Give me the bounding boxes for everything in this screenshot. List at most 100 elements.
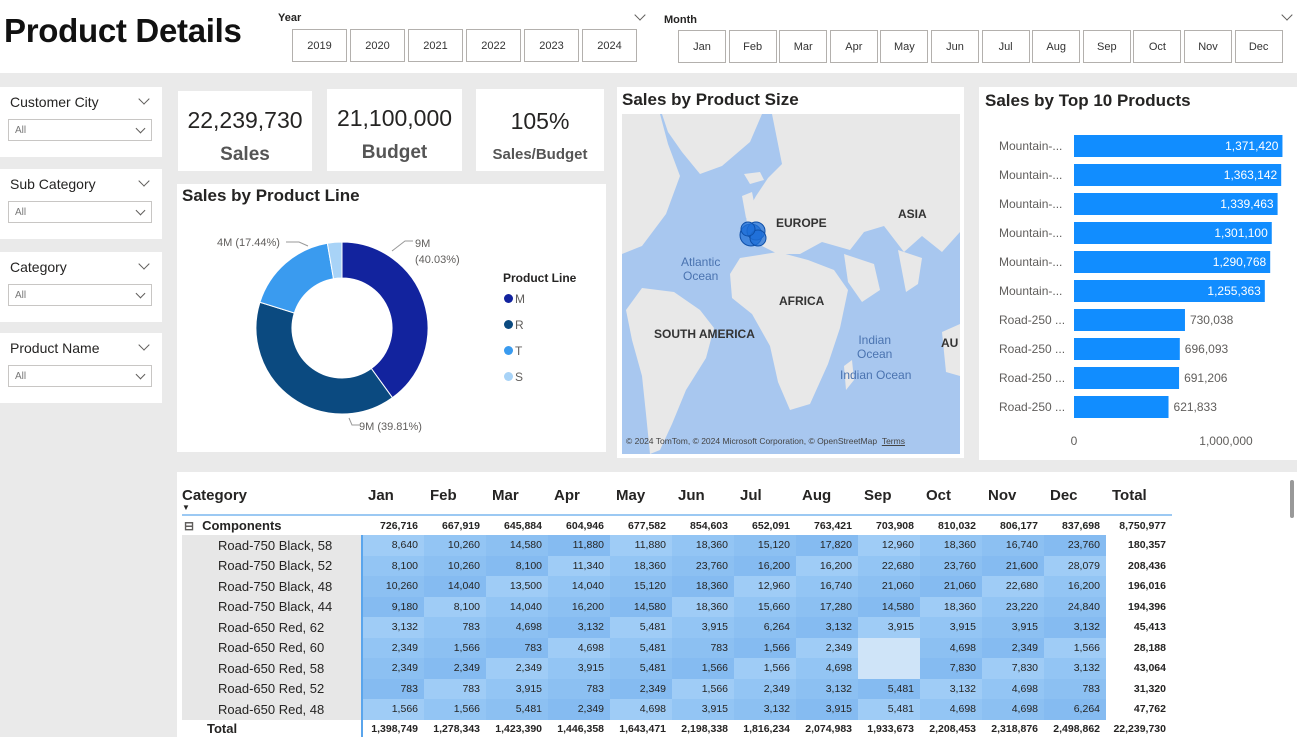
matrix-col-header-jun[interactable]: Jun [672,476,734,515]
matrix-cell [858,637,920,658]
year-tile-2024[interactable]: 2024 [582,29,637,62]
matrix-col-header-dec[interactable]: Dec [1044,476,1106,515]
sub-category-collapse-chevron-icon[interactable] [138,175,150,187]
product-name-dropdown[interactable]: All [8,365,152,387]
matrix-cell: 14,580 [610,596,672,617]
matrix-cell: 15,120 [610,576,672,597]
product-name-collapse-chevron-icon[interactable] [138,339,150,351]
month-tile-mar[interactable]: Mar [779,30,828,63]
bar-9[interactable] [1074,367,1180,389]
legend-item-t[interactable]: T [504,344,525,370]
month-tile-nov[interactable]: Nov [1184,30,1232,63]
matrix-total-cell: 1,278,343 [433,722,480,735]
page-title: Product Details [4,12,242,49]
matrix-cell: 1,566 [1044,637,1106,658]
year-tile-2022[interactable]: 2022 [466,29,521,62]
matrix-total-cell: 1,643,471 [619,722,666,735]
matrix-col-header-feb[interactable]: Feb [424,476,486,515]
sub-category-dropdown[interactable]: All [8,201,152,223]
month-tile-aug[interactable]: Aug [1032,30,1081,63]
matrix-col-header-mar[interactable]: Mar [486,476,548,515]
year-tile-2019[interactable]: 2019 [292,29,347,62]
category-label: Category [10,259,67,275]
year-tile-2023[interactable]: 2023 [524,29,579,62]
category-slicer: Category All [0,252,162,322]
matrix-cell: 14,580 [858,596,920,617]
matrix-cell: 180,357 [1106,535,1172,556]
month-slicer-title: Month [664,14,697,26]
legend-item-s[interactable]: S [504,370,525,396]
matrix-col-header-may[interactable]: May [610,476,672,515]
matrix-cell: 14,040 [486,596,548,617]
matrix-cell: 28,188 [1106,637,1172,658]
product-name-slicer: Product Name All [0,333,162,403]
month-tile-sep[interactable]: Sep [1082,30,1131,63]
year-slicer-chevron-icon[interactable] [634,9,646,21]
matrix-cell: 3,132 [796,678,858,699]
sort-desc-icon: ▼ [182,503,190,512]
map-terms-link[interactable]: Terms [882,436,905,446]
month-tile-apr[interactable]: Apr [829,30,878,63]
map-canvas[interactable] [622,114,960,454]
matrix-cell: 1,566 [734,658,796,679]
matrix-cell: 4,698 [796,658,858,679]
legend-item-m[interactable]: M [504,292,525,318]
matrix-cell: 1,566 [672,658,734,679]
month-slicer-chevron-icon[interactable] [1281,9,1293,21]
matrix-col-header-nov[interactable]: Nov [982,476,1044,515]
month-tile-feb[interactable]: Feb [728,30,777,63]
map-bubbles[interactable] [739,221,767,247]
matrix-col-header-sep[interactable]: Sep [858,476,920,515]
kpi-ratio-value: 105% [510,108,570,134]
matrix-group-cell: 703,908 [876,519,914,532]
month-tile-oct[interactable]: Oct [1133,30,1182,63]
matrix-group-cell: 652,091 [752,519,790,532]
bar-8[interactable] [1074,338,1180,360]
matrix-col-header-total[interactable]: Total [1106,476,1172,515]
matrix-total-cell: 22,239,730 [1113,722,1166,735]
month-tile-dec[interactable]: Dec [1234,30,1283,63]
category-dropdown[interactable]: All [8,284,152,306]
customer-city-dropdown[interactable]: All [8,119,152,141]
donut-slice-r[interactable] [255,301,394,415]
matrix-cell: 1,566 [672,678,734,699]
customer-city-slicer: Customer City All [0,87,162,157]
kpi-card-sales: 22,239,730 Sales [178,91,312,171]
matrix-cell: 3,132 [920,678,982,699]
matrix-group-cell: 763,421 [814,519,852,532]
legend-item-r[interactable]: R [504,318,525,344]
donut-label-t: 4M (17.44%) [217,237,280,249]
year-tile-2021[interactable]: 2021 [408,29,463,62]
matrix-col-header-jul[interactable]: Jul [734,476,796,515]
map-label-south-america: SOUTH AMERICA [654,327,755,341]
bar-10[interactable] [1074,396,1169,418]
customer-city-collapse-chevron-icon[interactable] [138,93,150,105]
month-tile-jan[interactable]: Jan [678,30,726,63]
year-tile-2020[interactable]: 2020 [350,29,405,62]
donut-slice-t[interactable] [259,242,335,314]
matrix-corner-header[interactable]: Category ▼ [182,476,362,515]
month-tile-jun[interactable]: Jun [931,30,979,63]
matrix-row-label: Road-650 Red, 58 [182,658,362,679]
bar-7[interactable] [1074,309,1185,331]
matrix-group-components[interactable]: ⊟ Components [182,515,362,535]
matrix-total-cell: 2,498,862 [1053,722,1100,735]
matrix-col-header-oct[interactable]: Oct [920,476,982,515]
matrix-cell: 194,396 [1106,596,1172,617]
matrix-col-header-aug[interactable]: Aug [796,476,858,515]
matrix-total-cell: 1,423,390 [495,722,542,735]
matrix-cell: 3,915 [796,699,858,720]
matrix-cell: 7,830 [920,658,982,679]
month-tile-may[interactable]: May [880,30,929,63]
matrix-cell: 11,340 [548,555,610,576]
month-tile-jul[interactable]: Jul [981,30,1030,63]
matrix-scrollbar[interactable] [1290,480,1294,518]
matrix-col-header-jan[interactable]: Jan [362,476,424,515]
matrix-cell: 3,915 [486,678,548,699]
category-collapse-chevron-icon[interactable] [138,258,150,270]
matrix-cell: 6,264 [734,617,796,638]
matrix-cell: 208,436 [1106,555,1172,576]
matrix-col-header-apr[interactable]: Apr [548,476,610,515]
matrix-row-label: Road-750 Black, 52 [182,555,362,576]
matrix-cell: 6,264 [1044,699,1106,720]
